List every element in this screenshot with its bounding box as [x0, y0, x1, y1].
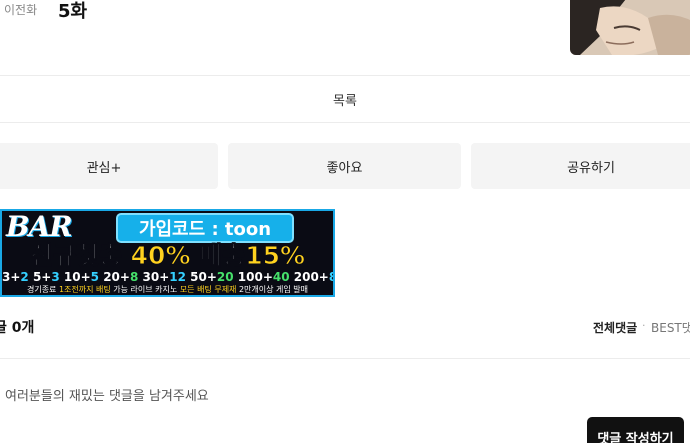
bonus-extra: 40 [272, 270, 290, 284]
fine-print-highlight: 모든 배팅 무제재 [179, 285, 237, 294]
fine-print-highlight: 1조전까지 배팅 [58, 285, 111, 294]
comment-count: 글 0개 [0, 320, 35, 336]
bonus-base: 50+ [185, 270, 217, 284]
sort-separator: · [642, 319, 646, 332]
headline-percent-2: 15% [245, 241, 306, 270]
sort-all-comments-tab[interactable]: 전체댓글 [593, 319, 637, 336]
comment-input[interactable]: 여러분들의 재밌는 댓글을 남겨주세요 [5, 385, 209, 404]
bonus-extra: 3 [51, 270, 60, 284]
episode-title: 5화 [58, 1, 88, 22]
episode-list-button[interactable]: 목록 [0, 76, 690, 122]
bonus-extra: 12 [169, 270, 186, 284]
bonus-base: 200+ [289, 270, 329, 284]
share-button[interactable]: 공유하기 [471, 143, 690, 189]
bonus-extra: 2 [20, 270, 29, 284]
bonus-base: 5+ [28, 270, 52, 284]
thumbnail-illustration [570, 0, 690, 55]
bonus-base: 10+ [59, 270, 91, 284]
bonus-base: 30+ [138, 270, 170, 284]
ad-banner[interactable]: BAR 가입코드 : toon 신규첫충 40% 매충15% 3+2 5+3 1… [0, 209, 335, 297]
banner-headline: 신규첫충 40% 매충15% [2, 241, 333, 270]
fine-print-text: 가능 라이브 카지노 [110, 285, 180, 294]
bonus-base: 100+ [233, 270, 273, 284]
banner-logo: BAR [6, 210, 73, 243]
favorite-button[interactable]: 관심+ [0, 143, 218, 189]
headline-text-2: 매충 [190, 241, 246, 270]
banner-fine-print: 경기종료 1조전까지 배팅 가능 라이브 카지노 모든 배팅 무제재 2만개이상… [2, 285, 333, 295]
fine-print-text: 2만개이상 게임 발매 [236, 285, 309, 294]
banner-bonus-numbers: 3+2 5+3 10+5 20+8 30+12 50+20 100+40 200… [2, 270, 333, 284]
list-divider [0, 122, 690, 123]
bonus-extra: 80 [329, 270, 333, 284]
bonus-base: 20+ [99, 270, 130, 284]
write-comment-button[interactable]: 댓글 작성하기 [587, 417, 684, 443]
bonus-extra: 5 [90, 270, 100, 284]
comment-divider [0, 358, 690, 359]
previous-episode-link[interactable]: 이전화 [4, 1, 37, 18]
episode-thumbnail[interactable] [570, 0, 690, 55]
banner-signup-code: 가입코드 : toon [116, 213, 294, 243]
headline-text-1: 신규첫충 [29, 241, 131, 270]
like-button[interactable]: 좋아요 [228, 143, 461, 189]
sort-best-comments-tab[interactable]: BEST댓 [651, 319, 690, 336]
bonus-extra: 20 [216, 270, 234, 284]
fine-print-text: 경기종료 [26, 285, 59, 294]
headline-percent-1: 40% [130, 241, 191, 270]
bonus-base: 3+ [2, 270, 21, 284]
